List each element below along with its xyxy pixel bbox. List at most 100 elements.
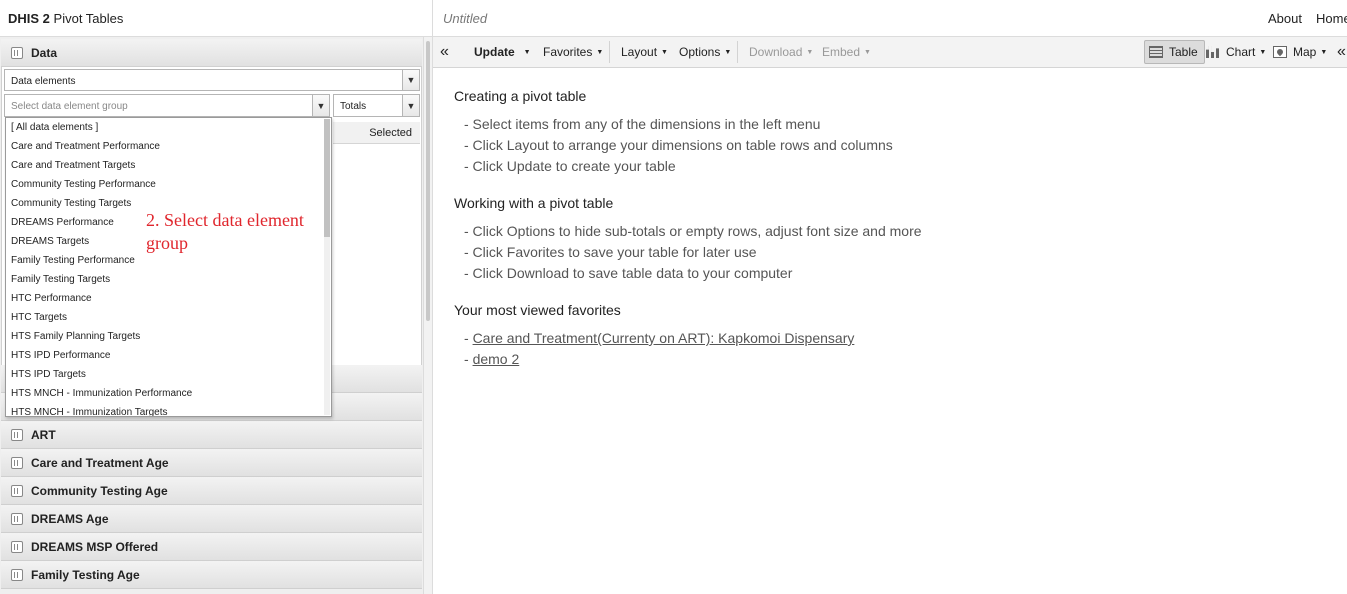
dimension-label: ART [31,427,56,442]
embed-button[interactable]: Embed ▼ [822,37,871,67]
data-section-title: Data [31,45,58,60]
instruction-line: - Click Download to save table data to y… [464,265,793,281]
totals-value: Totals [340,101,367,112]
dropdown-option[interactable]: Family Testing Targets [6,270,331,289]
collapse-right-button[interactable]: « [1337,37,1346,67]
left-panel-scroll-thumb[interactable] [426,41,430,321]
section-title: Working with a pivot table [454,195,614,211]
data-type-value: Data elements [11,76,76,87]
dimension-dreams-msp-offered[interactable]: DREAMS MSP Offered [1,533,422,561]
update-button[interactable]: Update ▼ [474,37,531,67]
caret-down-icon: ▼ [661,48,668,56]
dimension-icon [11,428,23,441]
chart-icon [1206,46,1220,58]
dropdown-option[interactable]: Care and Treatment Performance [6,137,331,156]
home-link[interactable]: Home [1316,11,1347,26]
favorites-label: Favorites [543,45,593,59]
dropdown-option[interactable]: HTS IPD Performance [6,346,331,365]
header-divider [432,0,433,37]
welcome-content: Creating a pivot table - Select items fr… [454,88,1334,388]
map-icon [1273,46,1287,58]
favorites-button[interactable]: Favorites ▼ [543,37,603,67]
panel-splitter[interactable] [423,37,433,594]
instruction-line: - Click Favorites to save your table for… [464,244,757,260]
favorite-link[interactable]: demo 2 [473,351,520,367]
table-label: Table [1169,45,1198,59]
table-button[interactable]: Table [1144,40,1205,64]
caret-down-icon: ▼ [864,48,871,56]
main-toolbar: « Update ▼ Favorites ▼ Layout ▼ Options ▼ Do… [433,37,1347,68]
dimension-care-and-treatment-age[interactable]: Care and Treatment Age [1,449,422,477]
caret-down-icon: ▼ [724,48,732,56]
data-element-group-select[interactable]: Select data element group ▼ [4,94,330,117]
map-button[interactable]: Map ▼ [1273,37,1327,67]
map-label: Map [1293,45,1317,59]
data-section-header[interactable]: Data [1,39,422,67]
dropdown-option[interactable]: HTC Performance [6,289,331,308]
about-link[interactable]: About [1268,11,1302,26]
collapse-left-button[interactable]: « [440,37,449,67]
dimension-label: DREAMS Age [31,511,109,526]
data-element-group-dropdown[interactable]: [ All data elements ] Care and Treatment … [5,117,332,417]
instruction-line: - Click Update to create your table [464,158,676,174]
favorites-section: Your most viewed favorites - Care and Tr… [454,302,1334,372]
download-label: Download [749,45,803,59]
dropdown-option[interactable]: Care and Treatment Targets [6,156,331,175]
chevron-down-icon: ▼ [402,95,419,116]
options-label: Options [679,45,721,59]
dropdown-option[interactable]: Community Testing Performance [6,175,331,194]
dimension-label: Family Testing Age [31,567,140,582]
dropdown-option[interactable]: HTC Targets [6,308,331,327]
creating-section: Creating a pivot table - Select items fr… [454,88,1334,179]
selected-list-header: Selected [333,122,420,144]
chart-label: Chart [1226,45,1256,59]
dropdown-scrollbar[interactable] [324,119,330,415]
app-brand: DHIS 2 [8,11,50,26]
caret-down-icon: ▼ [523,48,531,56]
app-name: Pivot Tables [53,11,124,26]
top-bar: DHIS 2 Pivot Tables Untitled About Home [0,0,1347,37]
dimension-icon [11,568,23,581]
caret-down-icon: ▼ [1320,48,1328,56]
options-button[interactable]: Options ▼ [679,37,731,67]
data-element-group-placeholder: Select data element group [11,101,128,112]
instruction-line: - Select items from any of the dimension… [464,116,821,132]
dropdown-option[interactable]: HTS Family Planning Targets [6,327,331,346]
data-type-select[interactable]: Data elements ▼ [4,69,420,91]
dimension-icon [11,456,23,469]
update-label: Update [474,45,515,59]
dimension-icon [11,484,23,497]
caret-down-icon: ▼ [596,48,604,56]
chevron-down-icon: ▼ [402,70,419,90]
dimension-label: Care and Treatment Age [31,455,169,470]
section-title: Creating a pivot table [454,88,587,104]
totals-select[interactable]: Totals ▼ [333,94,420,117]
chevron-down-icon: ▼ [312,95,329,116]
layout-button[interactable]: Layout ▼ [621,37,668,67]
dimension-icon [11,512,23,525]
favorite-link[interactable]: Care and Treatment(Currenty on ART): Kap… [473,330,855,346]
chart-button[interactable]: Chart ▼ [1206,37,1266,67]
dimension-label: Community Testing Age [31,483,168,498]
toolbar-separator [737,41,738,63]
dimension-art[interactable]: ART [1,421,422,449]
dropdown-option[interactable]: HTS MNCH - Immunization Targets [6,403,331,416]
dimension-community-testing-age[interactable]: Community Testing Age [1,477,422,505]
dimension-icon [11,540,23,553]
download-button[interactable]: Download ▼ [749,37,813,67]
layout-label: Layout [621,45,658,59]
dimension-dreams-age[interactable]: DREAMS Age [1,505,422,533]
table-icon [1149,46,1163,58]
embed-label: Embed [822,45,861,59]
favorite-item: - Care and Treatment(Currenty on ART): K… [464,330,855,346]
instruction-line: - Click Layout to arrange your dimension… [464,137,893,153]
instruction-line: - Click Options to hide sub-totals or em… [464,223,922,239]
dropdown-option[interactable]: [ All data elements ] [6,118,331,137]
dropdown-option[interactable]: HTS IPD Targets [6,365,331,384]
app-title: DHIS 2 Pivot Tables [8,11,123,26]
favorite-item: - demo 2 [464,351,520,367]
dimension-label: DREAMS MSP Offered [31,539,159,554]
dropdown-option[interactable]: HTS MNCH - Immunization Performance [6,384,331,403]
dimension-family-testing-age[interactable]: Family Testing Age [1,561,422,589]
document-title: Untitled [443,11,488,26]
